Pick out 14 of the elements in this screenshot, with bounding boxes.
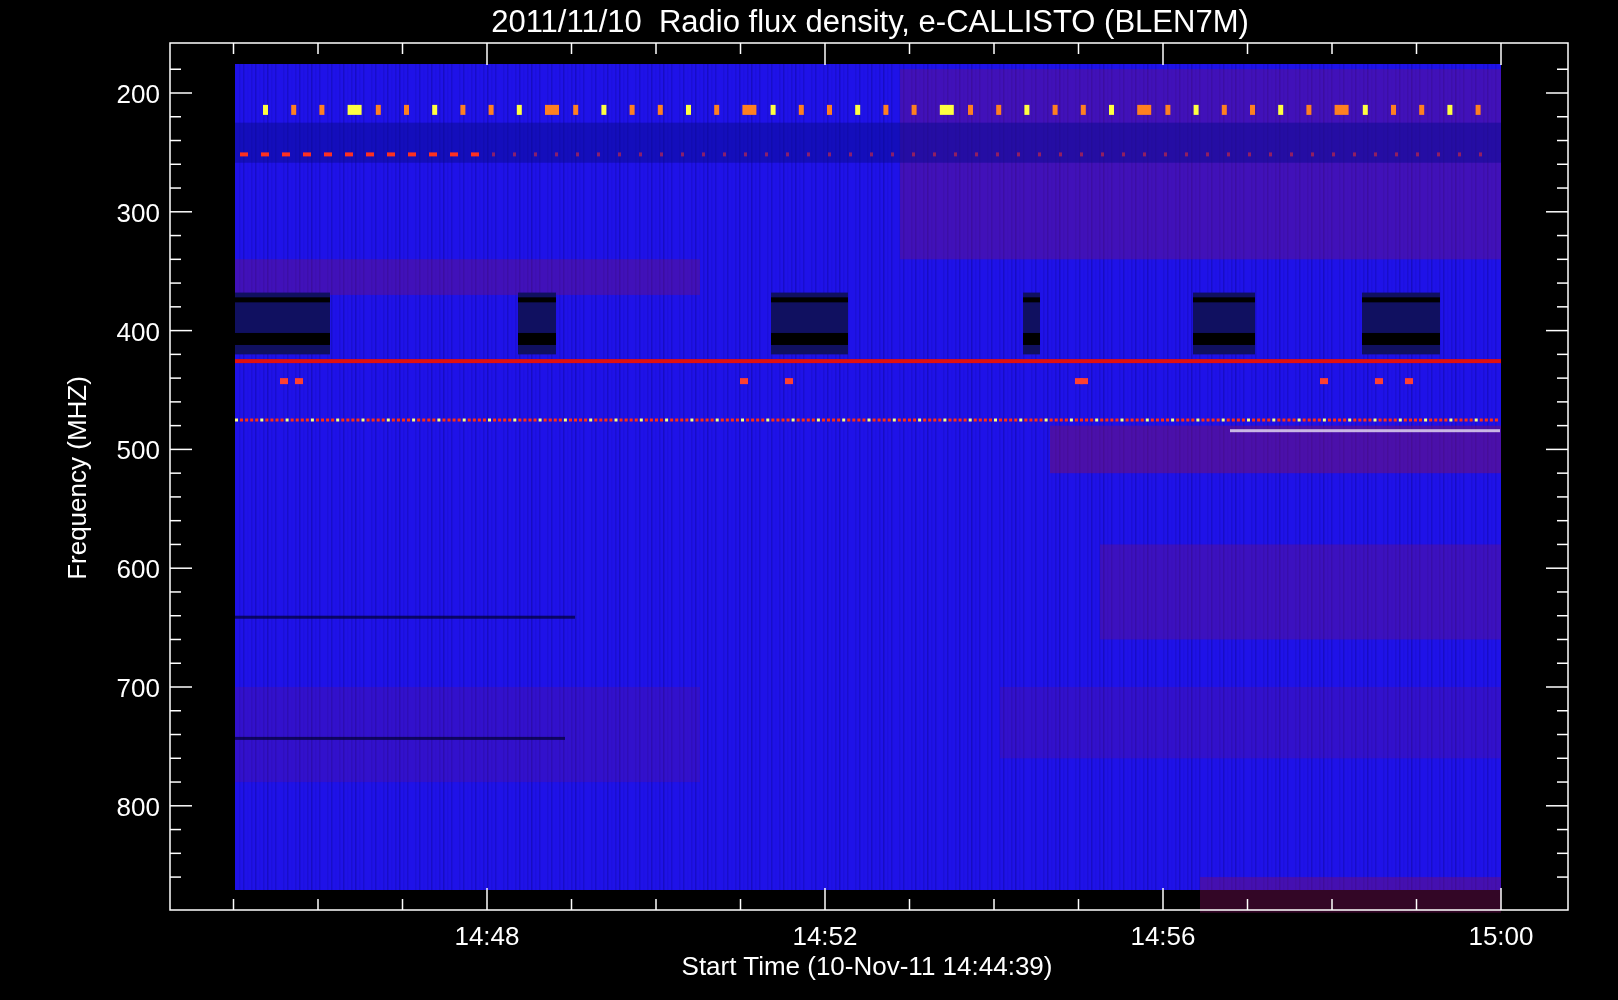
x-tick-label: 14:48 xyxy=(454,921,520,951)
y-tick-label: 500 xyxy=(116,435,160,466)
chart-title: 2011/11/10 Radio flux density, e-CALLISTO (BLEN7M) xyxy=(491,4,1249,39)
y-axis-title: Frequency (MHZ) xyxy=(62,376,92,580)
y-tick-label: 300 xyxy=(116,197,160,228)
x-tick-label: 14:56 xyxy=(1130,921,1196,951)
y-tick-label: 800 xyxy=(116,791,160,822)
y-tick-label: 200 xyxy=(116,79,160,109)
y-tick-label: 400 xyxy=(116,316,160,347)
x-axis-title: Start Time (10-Nov-11 14:44:39) xyxy=(681,951,1053,981)
x-tick-label: 14:52 xyxy=(792,921,858,951)
y-tick-label: 600 xyxy=(116,554,160,585)
x-tick-label: 15:00 xyxy=(1468,921,1534,951)
y-tick-label: 700 xyxy=(116,673,160,703)
